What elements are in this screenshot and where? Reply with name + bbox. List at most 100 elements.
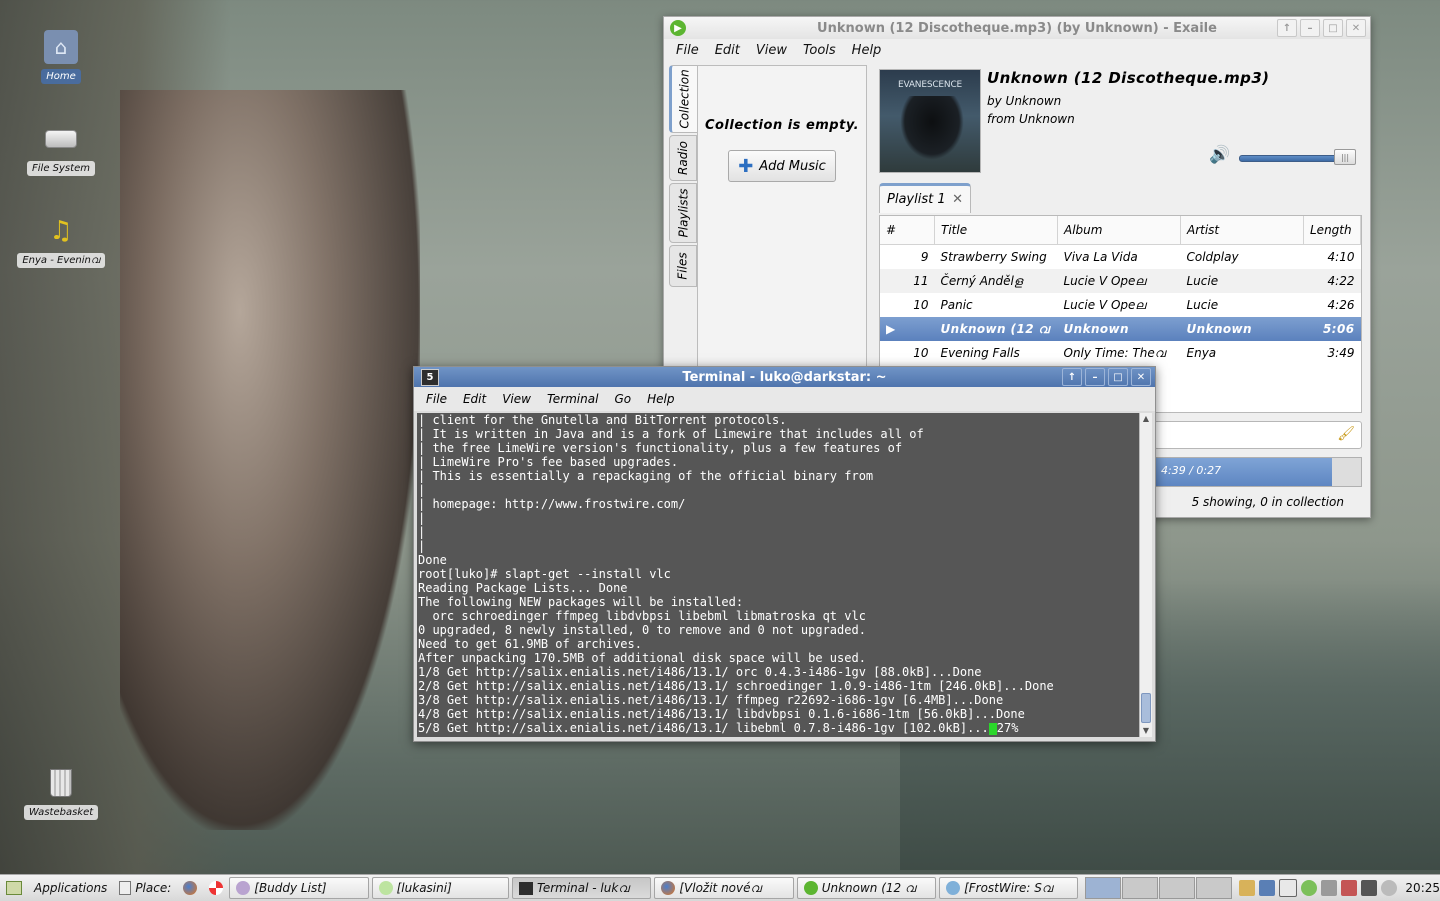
exaile-menubar: File Edit View Tools Help <box>664 39 1370 61</box>
close-button[interactable]: ✕ <box>1131 368 1151 386</box>
volume-icon[interactable]: 🔊 <box>1209 145 1230 165</box>
screen-icon[interactable] <box>1279 879 1298 897</box>
column-header-number[interactable]: # <box>880 216 935 245</box>
task-terminal[interactable]: Terminal - lukവ <box>511 877 652 899</box>
track-title: Evening Falls <box>940 346 1020 360</box>
column-header-album[interactable]: Album <box>1057 216 1181 245</box>
track-length: 3:49 <box>1327 346 1355 360</box>
close-button[interactable]: ✕ <box>1346 19 1366 37</box>
add-music-button[interactable]: ✚ Add Music <box>728 150 836 182</box>
show-desktop-button[interactable] <box>0 877 28 899</box>
cover-text: EVANESCENCE <box>897 80 963 90</box>
applications-label: Applications <box>34 881 108 895</box>
table-row-playing[interactable]: ▶ Unknown (12 വ Unknown Unknown 5:06 <box>880 317 1361 341</box>
maximize-button[interactable]: □ <box>1108 368 1128 386</box>
firefox-launcher[interactable] <box>177 877 203 899</box>
table-row[interactable]: 11 Černý Andělള Lucie V Opeല Lucie 4:22 <box>880 269 1361 293</box>
applications-menu[interactable]: Applications <box>28 877 113 899</box>
scrollbar-thumb[interactable] <box>1141 693 1151 723</box>
terminal-line: 2/8 Get http://salix.enialis.net/i486/13… <box>418 679 1054 693</box>
now-playing-album: from Unknown <box>987 112 1075 126</box>
tab-playlists[interactable]: Playlists <box>669 183 697 243</box>
table-row[interactable]: 10 Panic Lucie V Opeല Lucie 4:26 <box>880 293 1361 317</box>
exaile-titlebar[interactable]: ▶ Unknown (12 Discotheque.mp3) (by Unkno… <box>664 17 1370 39</box>
terminal-titlebar[interactable]: 5 Terminal - luko@darkstar: ~ ↑ – □ ✕ <box>414 367 1155 387</box>
table-row[interactable]: 10 Evening Falls Only Time: Theവ Enya 3:… <box>880 341 1361 365</box>
terminal-line: After unpacking 170.5MB of additional di… <box>418 651 866 665</box>
menu-terminal[interactable]: Terminal <box>539 392 606 406</box>
workspace-4[interactable] <box>1196 877 1233 899</box>
menu-tools[interactable]: Tools <box>795 43 844 58</box>
scroll-up-icon[interactable]: ▲ <box>1140 413 1152 425</box>
terminal-line: 3/8 Get http://salix.enialis.net/i486/13… <box>418 693 1004 707</box>
clipboard-icon[interactable] <box>1239 880 1256 896</box>
update-icon[interactable] <box>1301 880 1318 896</box>
volume-slider[interactable] <box>1239 155 1349 162</box>
tray-app-2-icon[interactable] <box>1361 880 1378 896</box>
shade-button[interactable]: ↑ <box>1277 19 1297 37</box>
desktop-icon-file-system[interactable]: File System <box>15 122 107 176</box>
places-menu[interactable]: Place: <box>113 877 177 899</box>
desktop-icon-wastebasket[interactable]: Wastebasket <box>15 766 107 820</box>
clear-filter-icon[interactable]: 🖌 <box>1337 426 1355 442</box>
maximize-button[interactable]: □ <box>1323 19 1343 37</box>
menu-file[interactable]: File <box>418 392 455 406</box>
menu-view[interactable]: View <box>748 43 795 58</box>
task-firefox[interactable]: [Vložit novéവ <box>654 877 794 899</box>
playlist-filter-input[interactable]: 🖌 <box>1154 421 1362 449</box>
menu-help[interactable]: Help <box>844 43 890 58</box>
tab-radio[interactable]: Radio <box>669 135 697 181</box>
tab-collection[interactable]: Collection <box>669 65 699 133</box>
column-header-artist[interactable]: Artist <box>1180 216 1304 245</box>
terminal-line: Done <box>418 553 447 567</box>
minimize-button[interactable]: – <box>1300 19 1320 37</box>
pidgin-icon <box>236 881 251 895</box>
volume-slider-handle[interactable]: ||| <box>1334 149 1356 165</box>
menu-edit[interactable]: Edit <box>455 392 494 406</box>
workspace-2[interactable] <box>1122 877 1159 899</box>
menu-view[interactable]: View <box>494 392 539 406</box>
column-header-title[interactable]: Title <box>934 216 1058 245</box>
terminal-line: | the free LimeWire version's functional… <box>418 441 903 455</box>
menu-help[interactable]: Help <box>639 392 682 406</box>
workspace-1[interactable] <box>1085 877 1122 899</box>
playback-progress-bar[interactable]: 4:39 / 0:27 <box>1154 457 1362 487</box>
column-header-length[interactable]: Length <box>1303 216 1361 245</box>
terminal-line: 1/8 Get http://salix.enialis.net/i486/13… <box>418 665 982 679</box>
clock[interactable]: 20:25 <box>1405 881 1440 895</box>
minimize-button[interactable]: – <box>1085 368 1105 386</box>
tab-playlist-1[interactable]: Playlist 1 ✕ <box>879 183 971 213</box>
terminal-output[interactable]: | client for the Gnutella and BitTorrent… <box>417 413 1141 737</box>
terminal-scrollbar[interactable]: ▲ ▼ <box>1139 413 1152 737</box>
track-album: Viva La Vida <box>1063 250 1138 264</box>
status-text: 5 showing, 0 in collection <box>1191 495 1344 509</box>
menu-edit[interactable]: Edit <box>707 43 748 58</box>
plus-icon: ✚ <box>738 155 754 177</box>
close-tab-icon[interactable]: ✕ <box>952 192 963 207</box>
workspace-3[interactable] <box>1159 877 1196 899</box>
task-buddy-list[interactable]: [Buddy List] <box>229 877 369 899</box>
terminal-line: | It is written in Java and is a fork of… <box>418 427 924 441</box>
help-launcher[interactable] <box>203 877 229 899</box>
terminal-window: 5 Terminal - luko@darkstar: ~ ↑ – □ ✕ Fi… <box>413 366 1156 742</box>
collection-empty-text: Collection is empty. <box>704 118 860 133</box>
desktop-icon-enya[interactable]: ♫ Enya - Eveninവ <box>15 214 107 268</box>
tray-app-icon[interactable] <box>1341 880 1358 896</box>
desktop-icon-home[interactable]: ⌂ Home <box>15 30 107 84</box>
track-artist: Enya <box>1186 346 1217 360</box>
lifebuoy-icon <box>209 881 224 895</box>
terminal-line: 4/8 Get http://salix.enialis.net/i486/13… <box>418 707 1025 721</box>
task-exaile[interactable]: Unknown (12 വ <box>796 877 937 899</box>
task-frostwire[interactable]: [FrostWire: Sവ <box>939 877 1079 899</box>
tab-files[interactable]: Files <box>669 245 697 287</box>
menu-file[interactable]: File <box>668 43 707 58</box>
network-icon[interactable] <box>1259 880 1276 896</box>
task-lukasini[interactable]: [lukasini] <box>371 877 509 899</box>
volume-tray-icon[interactable] <box>1381 880 1398 896</box>
scroll-down-icon[interactable]: ▼ <box>1140 725 1152 737</box>
menu-go[interactable]: Go <box>606 392 639 406</box>
printer-icon[interactable] <box>1321 880 1338 896</box>
shade-button[interactable]: ↑ <box>1062 368 1082 386</box>
table-row[interactable]: 9 Strawberry Swing Viva La Vida Coldplay… <box>880 245 1361 270</box>
terminal-line: | <box>418 525 426 539</box>
